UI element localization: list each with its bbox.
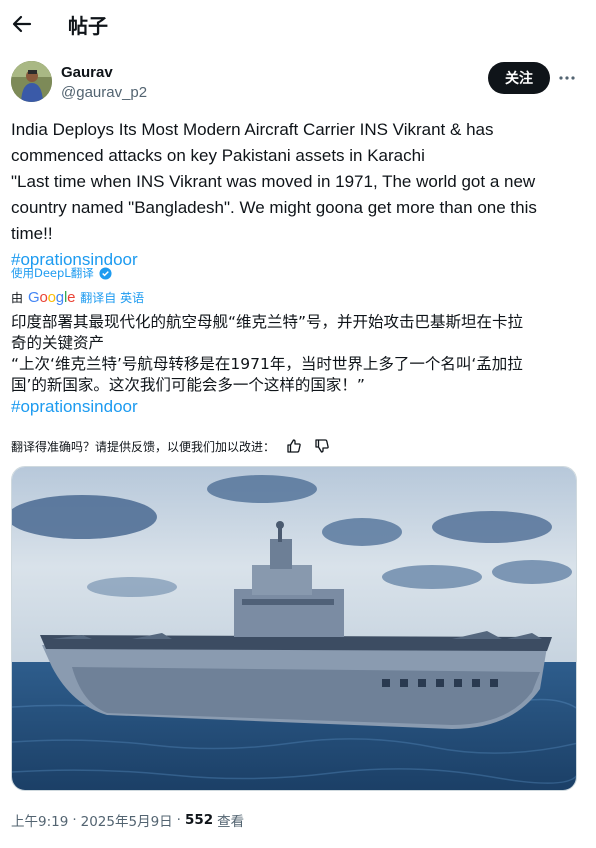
avatar[interactable]	[11, 61, 52, 102]
tweet-media-image[interactable]	[11, 466, 577, 791]
tweet-line: "Last time when INS Vikrant was moved in…	[11, 172, 536, 191]
google-logo: Google	[28, 289, 76, 306]
translation-line: 印度部署其最现代化的航空母舰“维克兰特”号，并开始攻击巴基斯坦在卡拉	[11, 313, 524, 331]
thumbs-down-button[interactable]	[313, 437, 331, 455]
views-label: 查看	[217, 814, 245, 830]
deepl-translate-link[interactable]: 使用DeepL翻译	[11, 265, 112, 281]
page-title: 帖子	[68, 14, 108, 38]
deepl-label: 使用DeepL翻译	[11, 266, 94, 280]
tweet-line: country named "Bangladesh". We might goo…	[11, 198, 537, 217]
tweet-date[interactable]: 2025年5月9日	[81, 810, 173, 830]
verified-badge-icon	[99, 266, 112, 280]
separator: ·	[176, 812, 181, 828]
separator: ·	[72, 812, 77, 828]
tweet-line: commenced attacks on key Pakistani asset…	[11, 146, 425, 165]
more-horizontal-icon	[559, 76, 575, 80]
top-bar: 帖子	[0, 0, 596, 50]
tweet-line: time!!	[11, 224, 53, 243]
translation-feedback: 翻译得准确吗？请提供反馈，以便我们加以改进：	[11, 437, 331, 455]
translation-line: 国’的新国家。这次我们可能会多一个这样的国家！”	[11, 376, 365, 394]
translated-hashtag-link[interactable]: #oprationsindoor	[11, 396, 586, 417]
translated-by: 由 Google 翻译自 英语	[11, 289, 144, 306]
aircraft-carrier-photo	[12, 467, 576, 790]
translated-text: 印度部署其最现代化的航空母舰“维克兰特”号，并开始攻击巴基斯坦在卡拉 奇的关键资…	[11, 312, 586, 417]
translation-line: 奇的关键资产	[11, 334, 105, 352]
translated-from-link[interactable]: 翻译自 英语	[80, 289, 144, 306]
tweet-line: India Deploys Its Most Modern Aircraft C…	[11, 120, 494, 139]
translated-by-label: 由	[11, 291, 24, 305]
thumbs-down-icon	[315, 439, 329, 453]
translation-line: “上次‘维克兰特’号航母转移是在1971年，当时世界上多了一个名叫‘孟加拉	[11, 355, 523, 373]
thumbs-up-icon	[287, 439, 301, 453]
feedback-prompt: 翻译得准确吗？请提供反馈，以便我们加以改进：	[11, 439, 276, 454]
avatar-image	[11, 61, 52, 102]
author-handle[interactable]: @gaurav_p2	[61, 84, 147, 101]
tweet-metadata: 上午9:19 · 2025年5月9日 · 552 查看	[11, 810, 244, 830]
arrow-left-icon	[12, 15, 32, 33]
back-button[interactable]	[10, 12, 34, 36]
tweet-time[interactable]: 上午9:19	[11, 810, 68, 830]
tweet-text: India Deploys Its Most Modern Aircraft C…	[11, 117, 586, 273]
more-options-button[interactable]	[556, 67, 578, 89]
author-display-name[interactable]: Gaurav	[61, 64, 113, 81]
thumbs-up-button[interactable]	[285, 437, 303, 455]
views-count: 552	[184, 812, 214, 828]
follow-button[interactable]: 关注	[488, 62, 550, 94]
